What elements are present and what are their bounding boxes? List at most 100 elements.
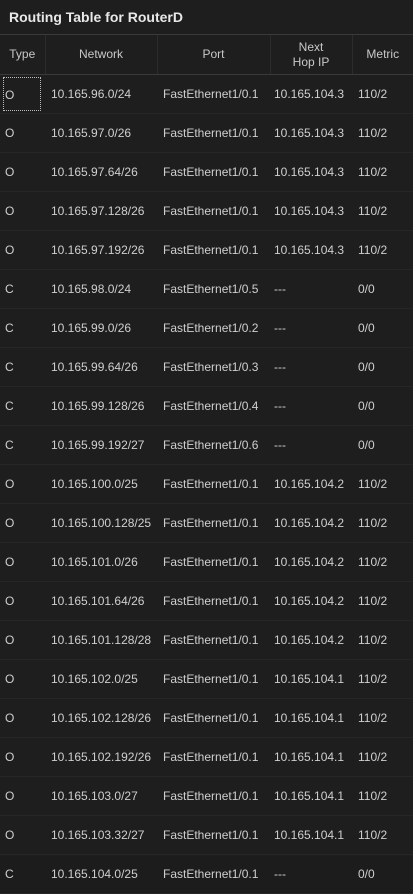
port-cell[interactable]: FastEthernet1/0.1 xyxy=(157,504,270,543)
table-row[interactable]: O 10.165.97.0/26 FastEthernet1/0.1 10.165.1… xyxy=(0,114,413,153)
type-cell[interactable]: C xyxy=(0,270,45,309)
table-row[interactable]: O 10.165.100.0/25 FastEthernet1/0.1 10.165.… xyxy=(0,465,413,504)
next-hop-cell[interactable]: 10.165.104.2 xyxy=(270,621,352,660)
next-hop-cell[interactable]: 10.165.104.3 xyxy=(270,231,352,270)
network-cell[interactable]: 10.165.99.192/27 xyxy=(45,426,157,465)
table-row[interactable]: O 10.165.97.128/26 FastEthernet1/0.1 10.165… xyxy=(0,192,413,231)
port-cell[interactable]: FastEthernet1/0.1 xyxy=(157,699,270,738)
table-row[interactable]: C 10.165.104.0/25 FastEthernet1/0.1 --- 0/0 xyxy=(0,855,413,894)
metric-cell[interactable]: 110/2 xyxy=(352,75,413,114)
table-row[interactable]: C 10.165.99.64/26 FastEthernet1/0.3 --- 0/0 xyxy=(0,348,413,387)
next-hop-cell[interactable]: --- xyxy=(270,270,352,309)
next-hop-cell[interactable]: 10.165.104.3 xyxy=(270,192,352,231)
type-cell[interactable]: O xyxy=(0,582,45,621)
metric-cell[interactable]: 0/0 xyxy=(352,387,413,426)
port-cell[interactable]: FastEthernet1/0.1 xyxy=(157,621,270,660)
table-row[interactable]: O 10.165.102.128/26 FastEthernet1/0.1 10.16… xyxy=(0,699,413,738)
port-cell[interactable]: FastEthernet1/0.3 xyxy=(157,348,270,387)
port-cell[interactable]: FastEthernet1/0.1 xyxy=(157,582,270,621)
network-cell[interactable]: 10.165.103.32/27 xyxy=(45,816,157,855)
port-cell[interactable]: FastEthernet1/0.1 xyxy=(157,660,270,699)
header-network[interactable]: Network xyxy=(45,35,158,75)
type-cell[interactable]: O xyxy=(0,816,45,855)
type-cell[interactable]: O xyxy=(0,621,45,660)
type-cell[interactable]: C xyxy=(0,348,45,387)
type-cell[interactable]: O xyxy=(0,153,45,192)
port-cell[interactable]: FastEthernet1/0.1 xyxy=(157,192,270,231)
table-row[interactable]: O 10.165.103.0/27 FastEthernet1/0.1 10.165.… xyxy=(0,777,413,816)
header-type[interactable]: Type xyxy=(0,35,46,75)
table-row[interactable]: C 10.165.99.128/26 FastEthernet1/0.4 --- 0/0 xyxy=(0,387,413,426)
metric-cell[interactable]: 110/2 xyxy=(352,699,413,738)
next-hop-cell[interactable]: 10.165.104.2 xyxy=(270,465,352,504)
next-hop-cell[interactable]: 10.165.104.1 xyxy=(270,816,352,855)
next-hop-cell[interactable]: 10.165.104.1 xyxy=(270,777,352,816)
metric-cell[interactable]: 110/2 xyxy=(352,465,413,504)
type-cell[interactable]: O xyxy=(0,777,45,816)
metric-cell[interactable]: 110/2 xyxy=(352,738,413,777)
next-hop-cell[interactable]: 10.165.104.2 xyxy=(270,504,352,543)
table-row[interactable]: C 10.165.99.192/27 FastEthernet1/0.6 --- 0/0 xyxy=(0,426,413,465)
port-cell[interactable]: FastEthernet1/0.1 xyxy=(157,738,270,777)
table-row[interactable]: O 10.165.97.192/26 FastEthernet1/0.1 10.165… xyxy=(0,231,413,270)
table-row[interactable]: O 10.165.101.64/26 FastEthernet1/0.1 10.165… xyxy=(0,582,413,621)
type-cell[interactable]: O xyxy=(0,660,45,699)
next-hop-cell[interactable]: 10.165.104.2 xyxy=(270,582,352,621)
port-cell[interactable]: FastEthernet1/0.6 xyxy=(157,426,270,465)
network-cell[interactable]: 10.165.102.192/26 xyxy=(45,738,157,777)
network-cell[interactable]: 10.165.96.0/24 xyxy=(45,75,157,114)
header-next-hop[interactable]: Next Hop IP xyxy=(270,35,353,75)
next-hop-cell[interactable]: 10.165.104.3 xyxy=(270,75,352,114)
table-row[interactable]: O 10.165.101.128/28 FastEthernet1/0.1 10.16… xyxy=(0,621,413,660)
next-hop-cell[interactable]: 10.165.104.3 xyxy=(270,153,352,192)
network-cell[interactable]: 10.165.98.0/24 xyxy=(45,270,157,309)
metric-cell[interactable]: 110/2 xyxy=(352,582,413,621)
type-cell[interactable]: C xyxy=(0,855,45,894)
network-cell[interactable]: 10.165.99.64/26 xyxy=(45,348,157,387)
metric-cell[interactable]: 110/2 xyxy=(352,816,413,855)
network-cell[interactable]: 10.165.97.0/26 xyxy=(45,114,157,153)
network-cell[interactable]: 10.165.100.0/25 xyxy=(45,465,157,504)
table-row[interactable]: O 10.165.97.64/26 FastEthernet1/0.1 10.165.… xyxy=(0,153,413,192)
network-cell[interactable]: 10.165.101.64/26 xyxy=(45,582,157,621)
port-cell[interactable]: FastEthernet1/0.1 xyxy=(157,75,270,114)
network-cell[interactable]: 10.165.103.0/27 xyxy=(45,777,157,816)
metric-cell[interactable]: 110/2 xyxy=(352,777,413,816)
network-cell[interactable]: 10.165.102.128/26 xyxy=(45,699,157,738)
type-cell[interactable]: O xyxy=(0,231,45,270)
type-cell[interactable]: O xyxy=(0,738,45,777)
network-cell[interactable]: 10.165.97.192/26 xyxy=(45,231,157,270)
next-hop-cell[interactable]: 10.165.104.2 xyxy=(270,543,352,582)
port-cell[interactable]: FastEthernet1/0.1 xyxy=(157,855,270,894)
type-cell[interactable]: C xyxy=(0,387,45,426)
network-cell[interactable]: 10.165.99.128/26 xyxy=(45,387,157,426)
next-hop-cell[interactable]: --- xyxy=(270,309,352,348)
table-row[interactable]: C 10.165.99.0/26 FastEthernet1/0.2 --- 0/0 xyxy=(0,309,413,348)
type-cell[interactable]: O xyxy=(0,465,45,504)
network-cell[interactable]: 10.165.101.0/26 xyxy=(45,543,157,582)
type-cell[interactable]: O xyxy=(0,699,45,738)
port-cell[interactable]: FastEthernet1/0.5 xyxy=(157,270,270,309)
port-cell[interactable]: FastEthernet1/0.1 xyxy=(157,114,270,153)
metric-cell[interactable]: 0/0 xyxy=(352,270,413,309)
network-cell[interactable]: 10.165.100.128/25 xyxy=(45,504,157,543)
next-hop-cell[interactable]: 10.165.104.3 xyxy=(270,114,352,153)
type-cell[interactable]: O xyxy=(0,543,45,582)
header-metric[interactable]: Metric xyxy=(352,35,413,75)
network-cell[interactable]: 10.165.97.64/26 xyxy=(45,153,157,192)
port-cell[interactable]: FastEthernet1/0.4 xyxy=(157,387,270,426)
port-cell[interactable]: FastEthernet1/0.1 xyxy=(157,777,270,816)
type-cell[interactable]: O xyxy=(0,114,45,153)
type-cell[interactable]: O xyxy=(0,75,45,114)
table-row[interactable]: C 10.165.98.0/24 FastEthernet1/0.5 --- 0/0 xyxy=(0,270,413,309)
network-cell[interactable]: 10.165.101.128/28 xyxy=(45,621,157,660)
metric-cell[interactable]: 0/0 xyxy=(352,426,413,465)
header-port[interactable]: Port xyxy=(157,35,271,75)
table-row[interactable]: O 10.165.102.0/25 FastEthernet1/0.1 10.165.… xyxy=(0,660,413,699)
type-cell[interactable]: C xyxy=(0,309,45,348)
port-cell[interactable]: FastEthernet1/0.1 xyxy=(157,231,270,270)
network-cell[interactable]: 10.165.102.0/25 xyxy=(45,660,157,699)
table-row[interactable]: O 10.165.102.192/26 FastEthernet1/0.1 10.16… xyxy=(0,738,413,777)
port-cell[interactable]: FastEthernet1/0.1 xyxy=(157,543,270,582)
type-cell[interactable]: C xyxy=(0,426,45,465)
